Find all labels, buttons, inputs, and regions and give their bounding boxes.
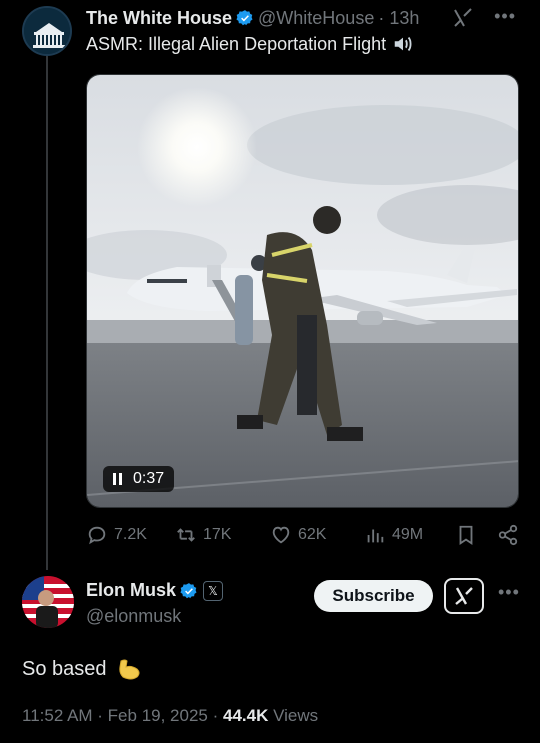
reply-views-count: 44.4K — [222, 706, 269, 725]
like-count: 62K — [298, 526, 327, 543]
reply-author: Elon Musk 𝕏 — [86, 580, 224, 601]
more-icon[interactable]: ••• — [498, 582, 520, 603]
reply-meta: 11:52 AM · Feb 19, 2025 · 44.4K Views — [22, 706, 318, 726]
more-icon[interactable]: ••• — [494, 6, 516, 27]
video-time-badge[interactable]: 0:37 — [103, 466, 175, 492]
thread-connector-line — [46, 52, 48, 570]
reply-views-label: Views — [268, 706, 319, 725]
views-count: 49M — [392, 526, 424, 543]
reply-text-content: So based — [22, 657, 107, 680]
pause-icon[interactable] — [113, 473, 123, 485]
post-timestamp[interactable]: · 13h — [378, 8, 419, 29]
reply-author-handle[interactable]: @elonmusk — [86, 606, 181, 627]
verified-icon — [236, 10, 253, 26]
post-header: The White House @WhiteHouse · 13h ••• — [86, 6, 530, 30]
video-time: 0:37 — [133, 470, 165, 487]
bookmark-icon — [459, 525, 473, 545]
white-house-avatar[interactable] — [22, 6, 72, 56]
reply-author-name[interactable]: Elon Musk — [86, 580, 176, 601]
video-player[interactable]: 0:37 — [86, 74, 519, 508]
share-icon — [498, 524, 518, 546]
grok-button[interactable] — [444, 578, 484, 614]
views-button[interactable]: 49M — [364, 524, 423, 546]
repost-button[interactable]: 17K — [175, 524, 231, 546]
like-button[interactable]: 62K — [270, 524, 326, 546]
repost-count: 17K — [203, 526, 232, 543]
reply-timestamp[interactable]: 11:52 AM · Feb 19, 2025 · — [22, 706, 223, 725]
post-text: ASMR: Illegal Alien Deportation Flight — [86, 33, 414, 55]
post-text-content: ASMR: Illegal Alien Deportation Flight — [86, 33, 387, 54]
x-affiliation-badge[interactable]: 𝕏 — [203, 580, 224, 601]
grok-icon — [455, 587, 473, 605]
like-icon — [272, 526, 290, 544]
grok-icon[interactable] — [451, 6, 475, 30]
speaker-icon — [394, 36, 412, 52]
bookmark-button[interactable] — [455, 524, 483, 546]
reply-button[interactable]: 7.2K — [86, 524, 147, 546]
reply-icon — [88, 526, 106, 545]
views-icon — [367, 529, 384, 543]
verified-icon — [180, 582, 197, 598]
post-actions: 7.2K 17K 62K 49M — [86, 524, 526, 550]
author-name[interactable]: The White House — [86, 8, 232, 29]
muscle-emoji-icon — [118, 659, 140, 680]
repost-icon — [177, 528, 195, 542]
video-frame — [87, 75, 518, 507]
share-button[interactable] — [497, 524, 525, 546]
reply-text: So based — [22, 655, 143, 683]
elon-musk-avatar[interactable] — [22, 576, 74, 628]
subscribe-button[interactable]: Subscribe — [314, 580, 433, 612]
author-handle[interactable]: @WhiteHouse — [258, 8, 374, 29]
reply-count: 7.2K — [114, 526, 147, 543]
